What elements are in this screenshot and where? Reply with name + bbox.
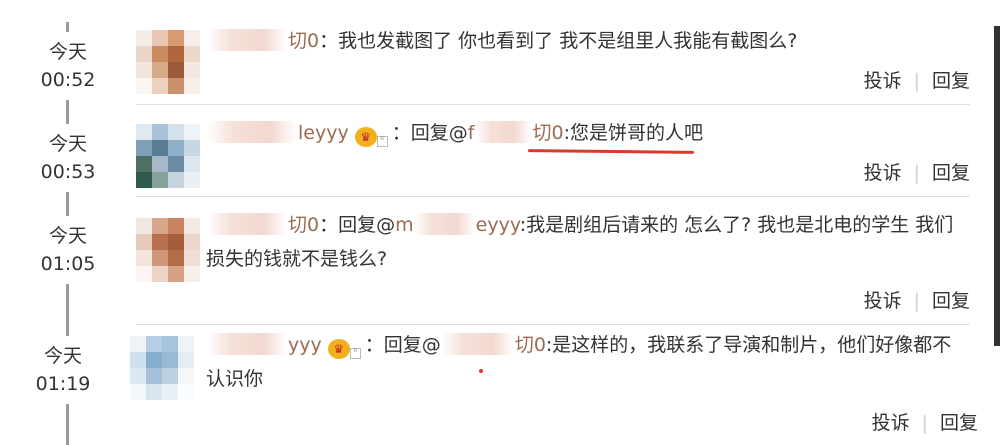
timestamp: 今天 00:53 <box>33 124 103 192</box>
mention-link[interactable]: eyyy <box>476 214 520 236</box>
divider <box>136 104 970 105</box>
comment-body-line2: 认识你 <box>206 368 264 390</box>
comment-item: 切0：回复@m eyyy:我是剧组后请来的 怎么了? 我也是北电的学生 我们 损失… <box>136 204 970 316</box>
blurred-mention <box>441 333 514 355</box>
vip-crown-icon: ♛ <box>354 127 377 147</box>
reply-prefix: 回复@ <box>338 214 396 236</box>
blurred-nickname <box>207 29 287 51</box>
report-button[interactable]: 投诉 <box>872 412 910 434</box>
comment-actions: 投诉 | 回复 <box>864 158 970 185</box>
blurred-mention <box>475 121 532 143</box>
comment-body: :您是饼哥的人吧 <box>563 122 703 144</box>
timestamp: 今天 01:05 <box>33 216 103 284</box>
comment-body: :我是剧组后请来的 怎么了? 我也是北电的学生 我们 <box>519 214 954 236</box>
timestamp: 今天 01:19 <box>28 336 98 404</box>
colon: ： <box>364 334 384 356</box>
vip-crown-icon: ♛ <box>327 339 350 359</box>
comment-actions: 投诉 | 回复 <box>864 286 970 313</box>
red-dot-mark <box>479 369 483 373</box>
comment-actions: 投诉 | 回复 <box>872 408 978 435</box>
nickname[interactable]: 切0 <box>288 214 319 236</box>
comment-item: yyy ♛ ᴿ ：回复@ 切0:是这样的，我联系了导演和制片，他们好像都不 认识你 投… <box>130 326 978 445</box>
reply-prefix: 回复@ <box>410 122 468 144</box>
timestamp-clock: 00:53 <box>40 161 96 183</box>
reply-button[interactable]: 回复 <box>932 70 970 92</box>
separator: | <box>921 412 928 434</box>
divider <box>136 324 970 325</box>
separator: | <box>913 162 920 184</box>
avatar[interactable] <box>130 336 194 400</box>
mention-link[interactable]: 切0 <box>515 334 546 356</box>
timestamp-day: 今天 <box>43 345 82 367</box>
colon: ： <box>319 214 339 236</box>
comment-body: :是这样的，我联系了导演和制片，他们好像都不 <box>545 334 952 356</box>
avatar[interactable] <box>136 124 200 188</box>
mention-link[interactable]: 切0 <box>532 122 563 144</box>
separator: | <box>913 70 920 92</box>
blurred-mention <box>414 213 475 235</box>
timestamp-day: 今天 <box>48 133 87 155</box>
avatar[interactable] <box>136 218 200 282</box>
blurred-nickname <box>207 333 287 355</box>
comment-actions: 投诉 | 回复 <box>864 66 970 93</box>
reply-prefix: 回复@ <box>383 334 441 356</box>
comment-text: 切0：回复@m eyyy:我是剧组后请来的 怎么了? 我也是北电的学生 我们 损失… <box>206 208 970 276</box>
nickname[interactable]: 切0 <box>288 30 319 52</box>
comment-body: 我也发截图了 你也看到了 我不是组里人我能有截图么? <box>338 30 798 52</box>
comment-body-line2: 损失的钱就不是钱么? <box>206 248 388 270</box>
right-edge-bar <box>994 26 1000 346</box>
timestamp-clock: 01:05 <box>40 253 96 275</box>
comment-text: leyyy ♛ ᴿ ：回复@f 切0:您是饼哥的人吧 <box>206 116 970 150</box>
report-button[interactable]: 投诉 <box>864 70 902 92</box>
comment-item: 切0：我也发截图了 你也看到了 我不是组里人我能有截图么? 投诉 | 回复 <box>136 20 970 96</box>
comment-text: yyy ♛ ᴿ ：回复@ 切0:是这样的，我联系了导演和制片，他们好像都不 认识你 <box>206 328 966 396</box>
separator: | <box>913 290 920 312</box>
badge-tag-icon: ᴿ <box>376 136 388 147</box>
divider <box>136 196 970 197</box>
timestamp-day: 今天 <box>48 41 87 63</box>
colon: ： <box>319 30 339 52</box>
mention-link[interactable]: m <box>395 214 414 236</box>
timestamp-day: 今天 <box>48 225 87 247</box>
avatar[interactable] <box>136 30 200 94</box>
report-button[interactable]: 投诉 <box>864 162 902 184</box>
blurred-nickname <box>207 213 287 235</box>
nickname[interactable]: leyyy <box>298 122 349 144</box>
comment-text: 切0：我也发截图了 你也看到了 我不是组里人我能有截图么? <box>206 24 970 58</box>
timestamp: 今天 00:52 <box>33 32 103 100</box>
nickname[interactable]: yyy <box>288 334 322 356</box>
mention-link[interactable]: f <box>468 122 475 144</box>
reply-button[interactable]: 回复 <box>932 162 970 184</box>
timestamp-clock: 01:19 <box>35 373 91 395</box>
reply-button[interactable]: 回复 <box>940 412 978 434</box>
timestamp-clock: 00:52 <box>40 69 96 91</box>
badge-tag-icon: ᴿ <box>349 348 361 359</box>
colon: ： <box>391 122 411 144</box>
blurred-nickname <box>207 121 297 143</box>
report-button[interactable]: 投诉 <box>864 290 902 312</box>
reply-button[interactable]: 回复 <box>932 290 970 312</box>
